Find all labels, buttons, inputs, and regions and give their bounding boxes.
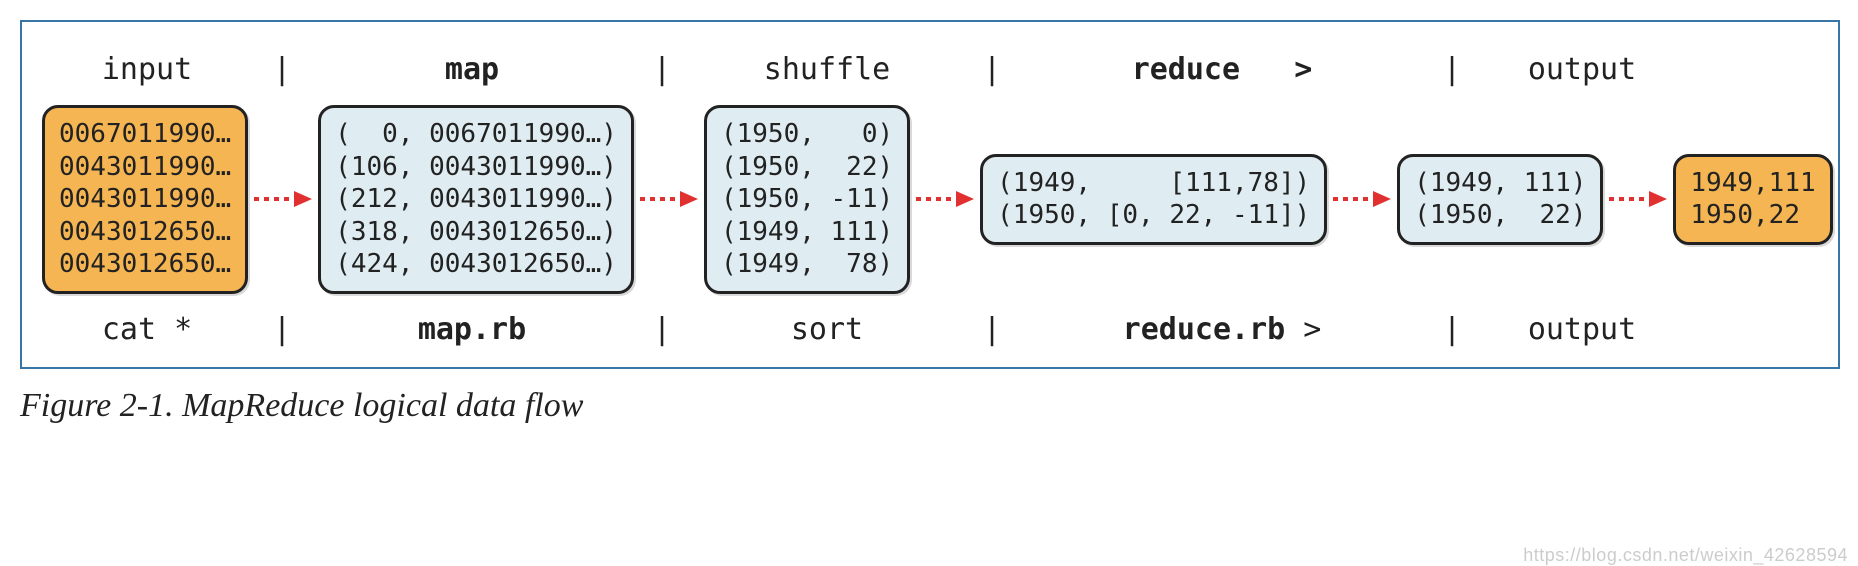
label-reduce: reduce > bbox=[1022, 52, 1422, 87]
box-reduce: (1949, 111) (1950, 22) bbox=[1397, 154, 1603, 245]
arrow-icon bbox=[1327, 187, 1397, 211]
separator-pipe: | bbox=[1422, 52, 1482, 87]
bottom-label-row: cat * | map.rb | sort | reduce.rb > | ou… bbox=[42, 312, 1818, 347]
figure-caption: Figure 2-1. MapReduce logical data flow bbox=[20, 387, 1838, 425]
diagram-row: 0067011990… 0043011990… 0043011990… 0043… bbox=[42, 105, 1818, 294]
separator-pipe: | bbox=[252, 312, 312, 347]
box-output: 1949,111 1950,22 bbox=[1673, 154, 1832, 245]
label-cat: cat * bbox=[42, 312, 252, 347]
arrow-icon bbox=[248, 187, 318, 211]
label-reducerb-gt: > bbox=[1303, 312, 1321, 347]
label-input: input bbox=[42, 52, 252, 87]
box-input: 0067011990… 0043011990… 0043011990… 0043… bbox=[42, 105, 248, 294]
label-output: output bbox=[1482, 52, 1682, 87]
label-reducerb-text: reduce.rb bbox=[1123, 312, 1286, 347]
label-reducerb: reduce.rb > bbox=[1022, 312, 1422, 347]
figure-frame: input | map | shuffle | reduce > | outpu… bbox=[20, 20, 1840, 369]
arrow-icon bbox=[634, 187, 704, 211]
box-shuffle: (1949, [111,78]) (1950, [0, 22, -11]) bbox=[980, 154, 1327, 245]
top-label-row: input | map | shuffle | reduce > | outpu… bbox=[42, 52, 1818, 87]
box-map-input: ( 0, 0067011990…) (106, 0043011990…) (21… bbox=[318, 105, 634, 294]
label-output-bottom: output bbox=[1482, 312, 1682, 347]
separator-pipe: | bbox=[252, 52, 312, 87]
arrow-icon bbox=[910, 187, 980, 211]
separator-pipe: | bbox=[632, 312, 692, 347]
label-maprb: map.rb bbox=[312, 312, 632, 347]
label-reduce-text: reduce bbox=[1132, 52, 1240, 87]
separator-pipe: | bbox=[962, 52, 1022, 87]
label-map: map bbox=[312, 52, 632, 87]
separator-pipe: | bbox=[1422, 312, 1482, 347]
label-reduce-gt: > bbox=[1294, 52, 1312, 87]
watermark: https://blog.csdn.net/weixin_42628594 bbox=[1523, 545, 1848, 566]
separator-pipe: | bbox=[632, 52, 692, 87]
arrow-icon bbox=[1603, 187, 1673, 211]
label-shuffle: shuffle bbox=[692, 52, 962, 87]
box-map-output: (1950, 0) (1950, 22) (1950, -11) (1949, … bbox=[704, 105, 910, 294]
separator-pipe: | bbox=[962, 312, 1022, 347]
label-sort: sort bbox=[692, 312, 962, 347]
